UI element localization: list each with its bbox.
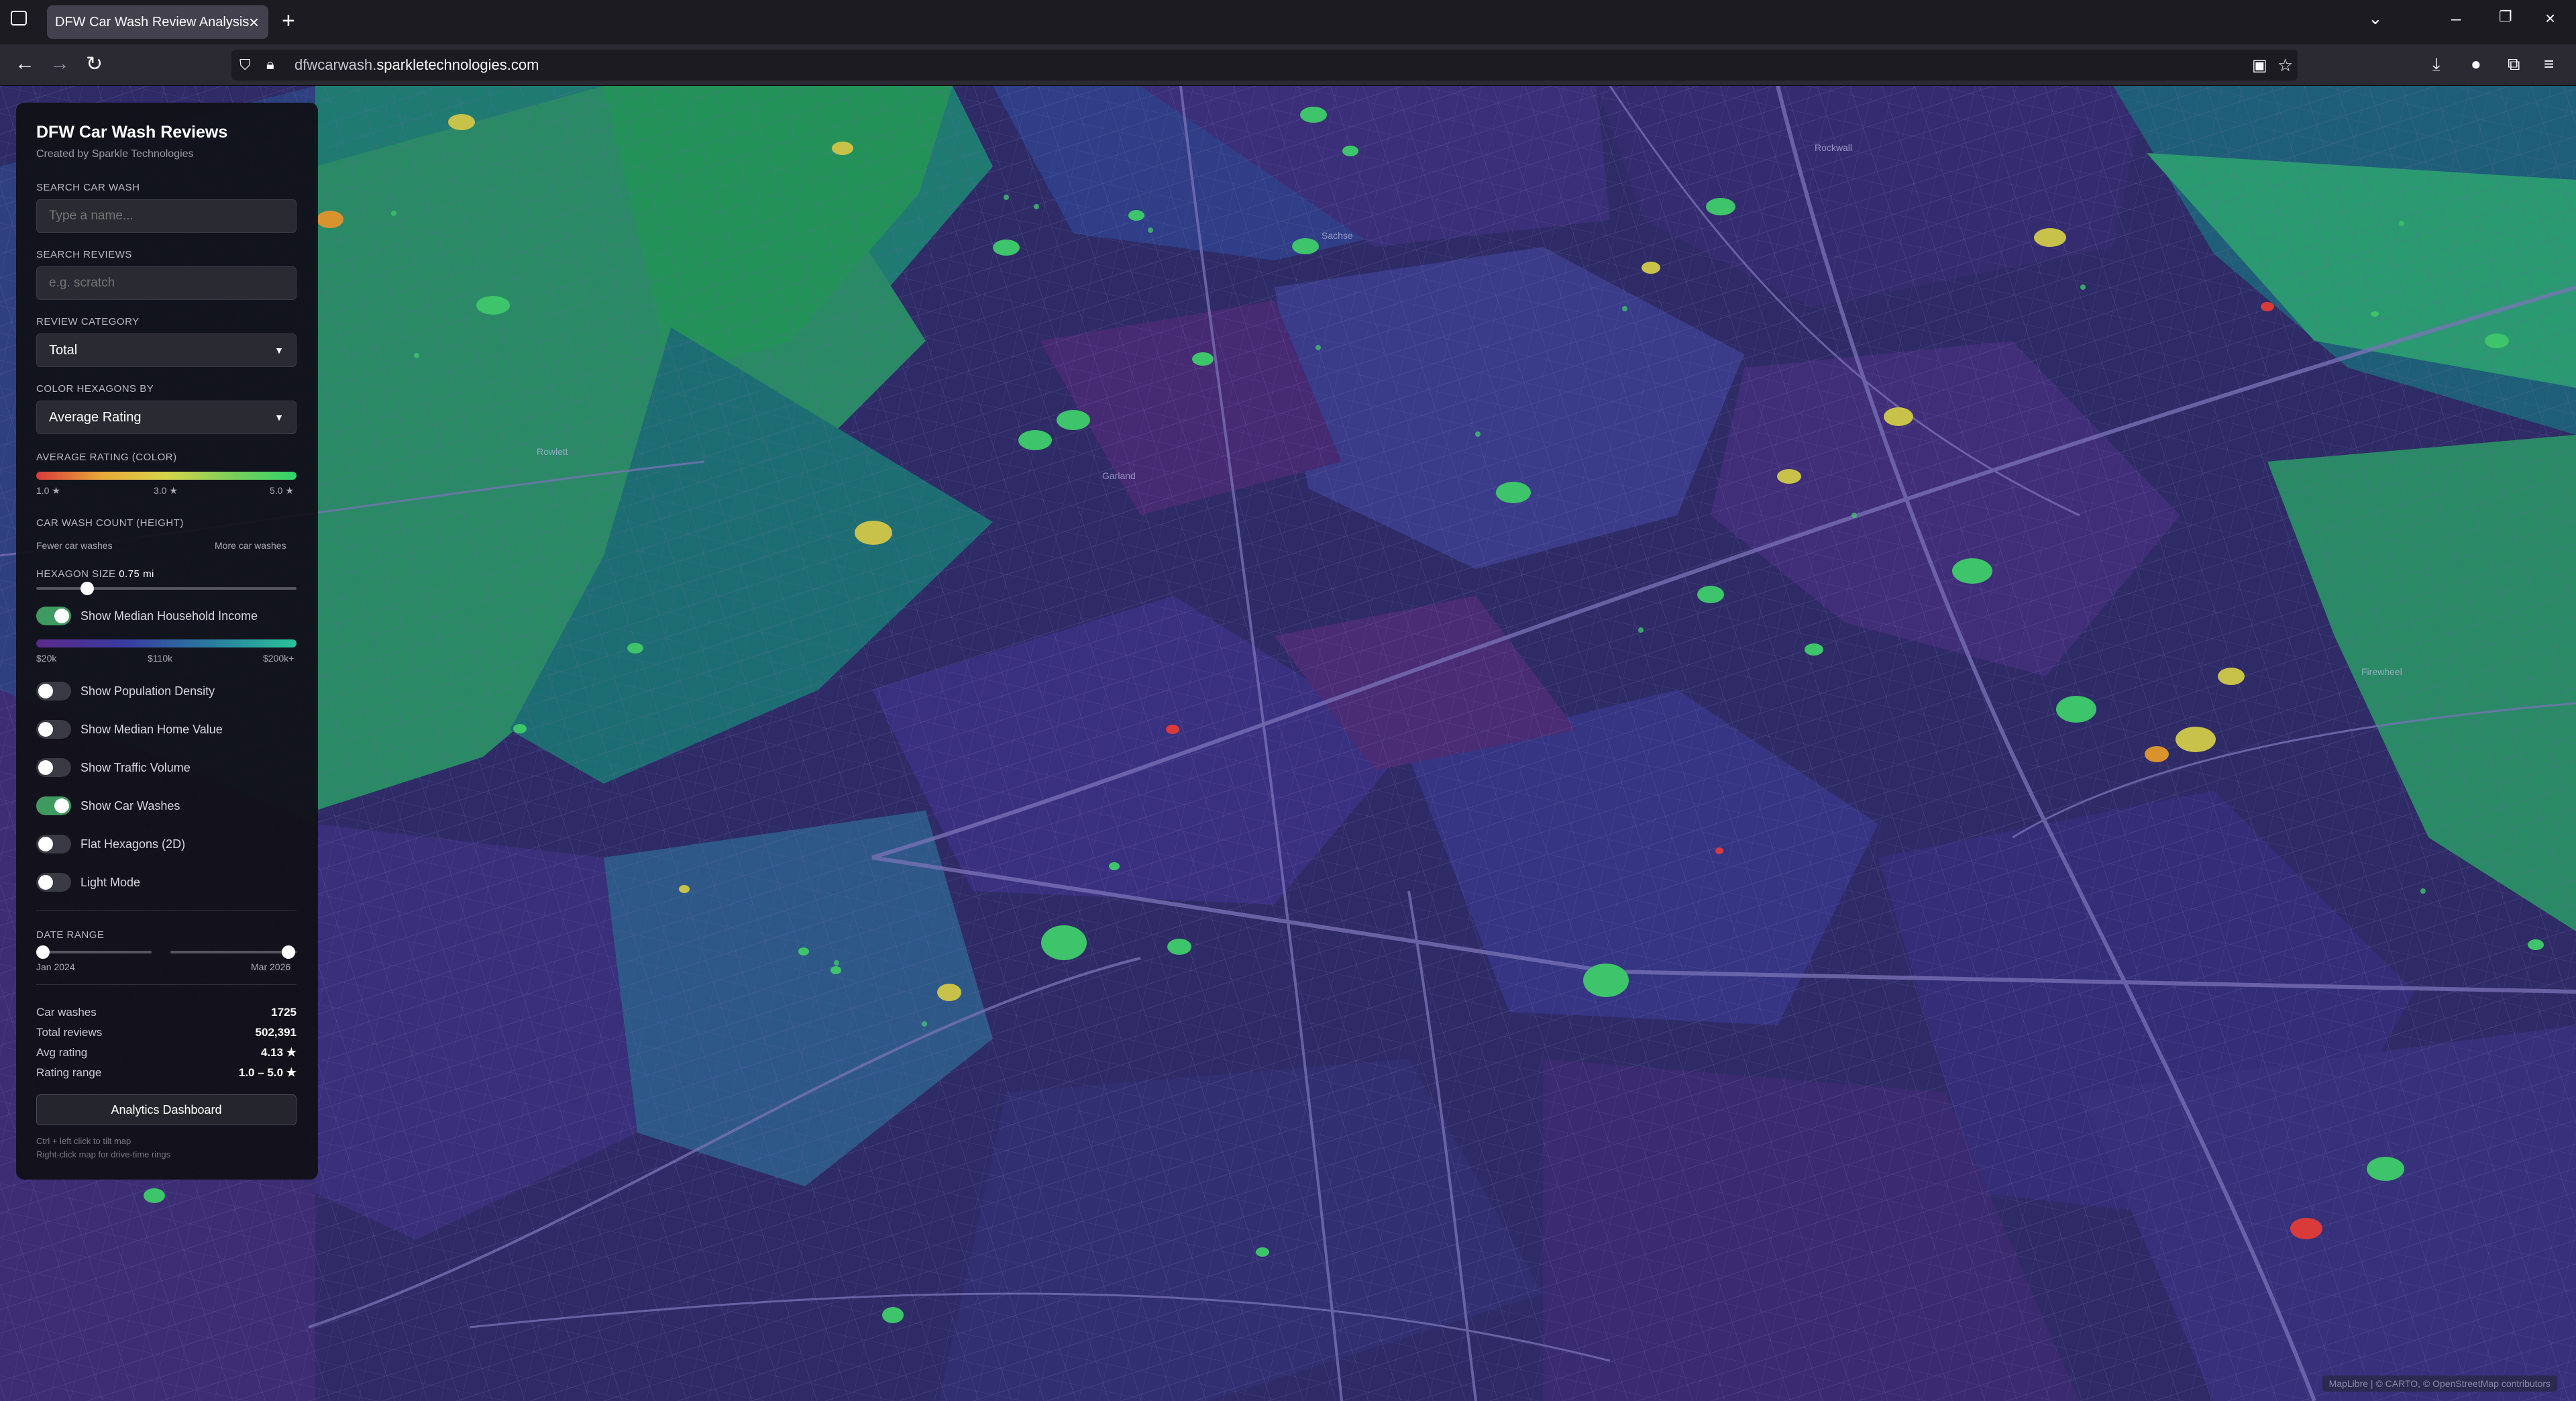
url-text[interactable]: dfwcarwash.sparkletechnologies.com	[294, 56, 539, 74]
hint-drive-time: Right-click map for drive-time rings	[36, 1149, 171, 1159]
forward-icon[interactable]: →	[50, 52, 70, 75]
chevron-down-icon: ▼	[274, 345, 284, 356]
map-svg: Rowlett Garland Rockwall Sachse Firewhee…	[0, 86, 2576, 1401]
toggle-label: Show Traffic Volume	[80, 760, 191, 774]
browser-tab-bar: DFW Car Wash Review Analysis × + ⌄ – ❐ ×	[0, 0, 2576, 44]
bookmark-star-icon[interactable]: ☆	[2277, 55, 2293, 76]
restore-icon[interactable]: ❐	[2499, 8, 2512, 25]
menu-icon[interactable]: ≡	[2544, 54, 2554, 74]
rating-tick: 1.0 ★	[36, 485, 60, 496]
reader-view-icon[interactable]: ▣	[2252, 56, 2267, 75]
toggle-switch[interactable]	[36, 873, 71, 892]
toggle-label: Light Mode	[80, 875, 141, 889]
shield-icon[interactable]: ⛉	[239, 56, 251, 74]
date-range-label: DATE RANGE	[36, 929, 105, 941]
panel-title: DFW Car Wash Reviews	[36, 123, 228, 142]
plus-icon[interactable]: +	[282, 8, 295, 34]
account-icon[interactable]: ●	[2471, 54, 2481, 74]
search-reviews-input[interactable]	[36, 266, 297, 300]
count-low-label: Fewer car washes	[36, 540, 113, 551]
chevron-down-icon: ▼	[274, 412, 284, 423]
toggle-label: Show Population Density	[80, 684, 215, 698]
toggle-label: Show Median Household Income	[80, 609, 258, 623]
close-icon[interactable]: ×	[249, 12, 259, 33]
back-icon[interactable]: ←	[15, 52, 35, 75]
place-label: Garland	[1102, 470, 1136, 481]
hex-size-label: HEXAGON SIZE 0.75 mi	[36, 568, 154, 580]
toggle-switch[interactable]	[36, 758, 71, 777]
count-label: CAR WASH COUNT (HEIGHT)	[36, 517, 184, 529]
toggle-label: Show Median Home Value	[80, 722, 223, 736]
tab-list-icon[interactable]	[11, 11, 27, 25]
tab-title: DFW Car Wash Review Analysis	[55, 14, 250, 30]
place-label: Rowlett	[537, 446, 568, 457]
toggle-switch[interactable]	[36, 607, 71, 625]
toggle-traffic[interactable]: Show Traffic Volume	[36, 758, 191, 778]
date-range-track-right[interactable]	[170, 951, 297, 953]
toggle-label: Show Car Washes	[80, 798, 180, 813]
analytics-dashboard-button[interactable]: Analytics Dashboard	[36, 1094, 297, 1125]
hex-size-slider[interactable]	[36, 587, 297, 590]
toggle-switch[interactable]	[36, 796, 71, 815]
date-start-thumb[interactable]	[36, 945, 50, 959]
date-end-label: Mar 2026	[251, 962, 291, 972]
control-panel: DFW Car Wash Reviews Created by Sparkle …	[16, 103, 318, 1180]
review-category-select[interactable]: Total ▼	[36, 333, 297, 367]
income-tick: $200k+	[263, 653, 294, 664]
stat-avg-rating: Avg rating 4.13 ★	[36, 1046, 297, 1059]
map-attribution[interactable]: MapLibre | © CARTO, © OpenStreetMap cont…	[2322, 1376, 2557, 1392]
review-category-label: REVIEW CATEGORY	[36, 316, 140, 327]
toggle-population[interactable]: Show Population Density	[36, 681, 215, 701]
date-start-label: Jan 2024	[36, 962, 75, 972]
url-bar[interactable]: ⛉ 🔒︎ dfwcarwash.sparkletechnologies.com …	[231, 50, 2298, 81]
hex-size-value: 0.75 mi	[119, 568, 154, 580]
active-tab[interactable]: DFW Car Wash Review Analysis ×	[47, 5, 268, 39]
search-car-wash-input[interactable]	[36, 199, 297, 233]
date-range-track-left[interactable]	[36, 951, 152, 953]
search-reviews-label: SEARCH REVIEWS	[36, 249, 132, 260]
toggle-switch[interactable]	[36, 835, 71, 853]
hint-tilt: Ctrl + left click to tilt map	[36, 1136, 131, 1146]
rating-tick: 5.0 ★	[270, 485, 294, 496]
rating-color-scale	[36, 472, 297, 480]
date-end-thumb[interactable]	[282, 945, 295, 959]
chevron-down-icon[interactable]: ⌄	[2368, 8, 2383, 29]
stat-car-washes: Car washes 1725	[36, 1006, 297, 1019]
avg-rating-label: AVERAGE RATING (COLOR)	[36, 452, 177, 463]
extensions-icon[interactable]: ⧉	[2508, 54, 2520, 75]
color-by-label: COLOR HEXAGONS BY	[36, 383, 154, 395]
search-car-wash-label: SEARCH CAR WASH	[36, 182, 140, 193]
lock-icon[interactable]: 🔒︎	[266, 56, 274, 73]
color-by-select[interactable]: Average Rating ▼	[36, 401, 297, 434]
hex-size-thumb[interactable]	[80, 582, 94, 595]
review-category-value: Total	[49, 343, 78, 358]
toggle-switch[interactable]	[36, 720, 71, 739]
toggle-switch[interactable]	[36, 682, 71, 701]
color-by-value: Average Rating	[49, 410, 142, 425]
place-label: Rockwall	[1815, 142, 1852, 153]
close-window-icon[interactable]: ×	[2545, 8, 2555, 29]
stat-total-reviews: Total reviews 502,391	[36, 1026, 297, 1039]
count-high-label: More car washes	[215, 540, 286, 551]
toggle-flat-hexagons[interactable]: Flat Hexagons (2D)	[36, 834, 185, 854]
place-label: Firewheel	[2361, 666, 2402, 677]
panel-subtitle: Created by Sparkle Technologies	[36, 148, 194, 160]
minimize-icon[interactable]: –	[2451, 8, 2461, 29]
toggle-car-washes[interactable]: Show Car Washes	[36, 796, 180, 816]
toggle-light-mode[interactable]: Light Mode	[36, 872, 140, 892]
toggle-label: Flat Hexagons (2D)	[80, 837, 186, 851]
divider	[36, 984, 297, 985]
stat-rating-range: Rating range 1.0 – 5.0 ★	[36, 1066, 297, 1079]
rating-tick: 3.0 ★	[154, 485, 178, 496]
download-icon[interactable]: ⤓	[2432, 54, 2440, 75]
income-color-scale	[36, 639, 297, 647]
browser-nav-bar: ← → ↻ ⛉ 🔒︎ dfwcarwash.sparkletechnologie…	[0, 44, 2576, 86]
reload-icon[interactable]: ↻	[86, 52, 103, 76]
income-tick: $20k	[36, 653, 57, 664]
income-tick: $110k	[148, 653, 173, 664]
toggle-income[interactable]: Show Median Household Income	[36, 606, 258, 626]
toggle-home-value[interactable]: Show Median Home Value	[36, 719, 223, 739]
place-label: Sachse	[1322, 230, 1353, 241]
map-canvas[interactable]: Rowlett Garland Rockwall Sachse Firewhee…	[0, 86, 2576, 1401]
